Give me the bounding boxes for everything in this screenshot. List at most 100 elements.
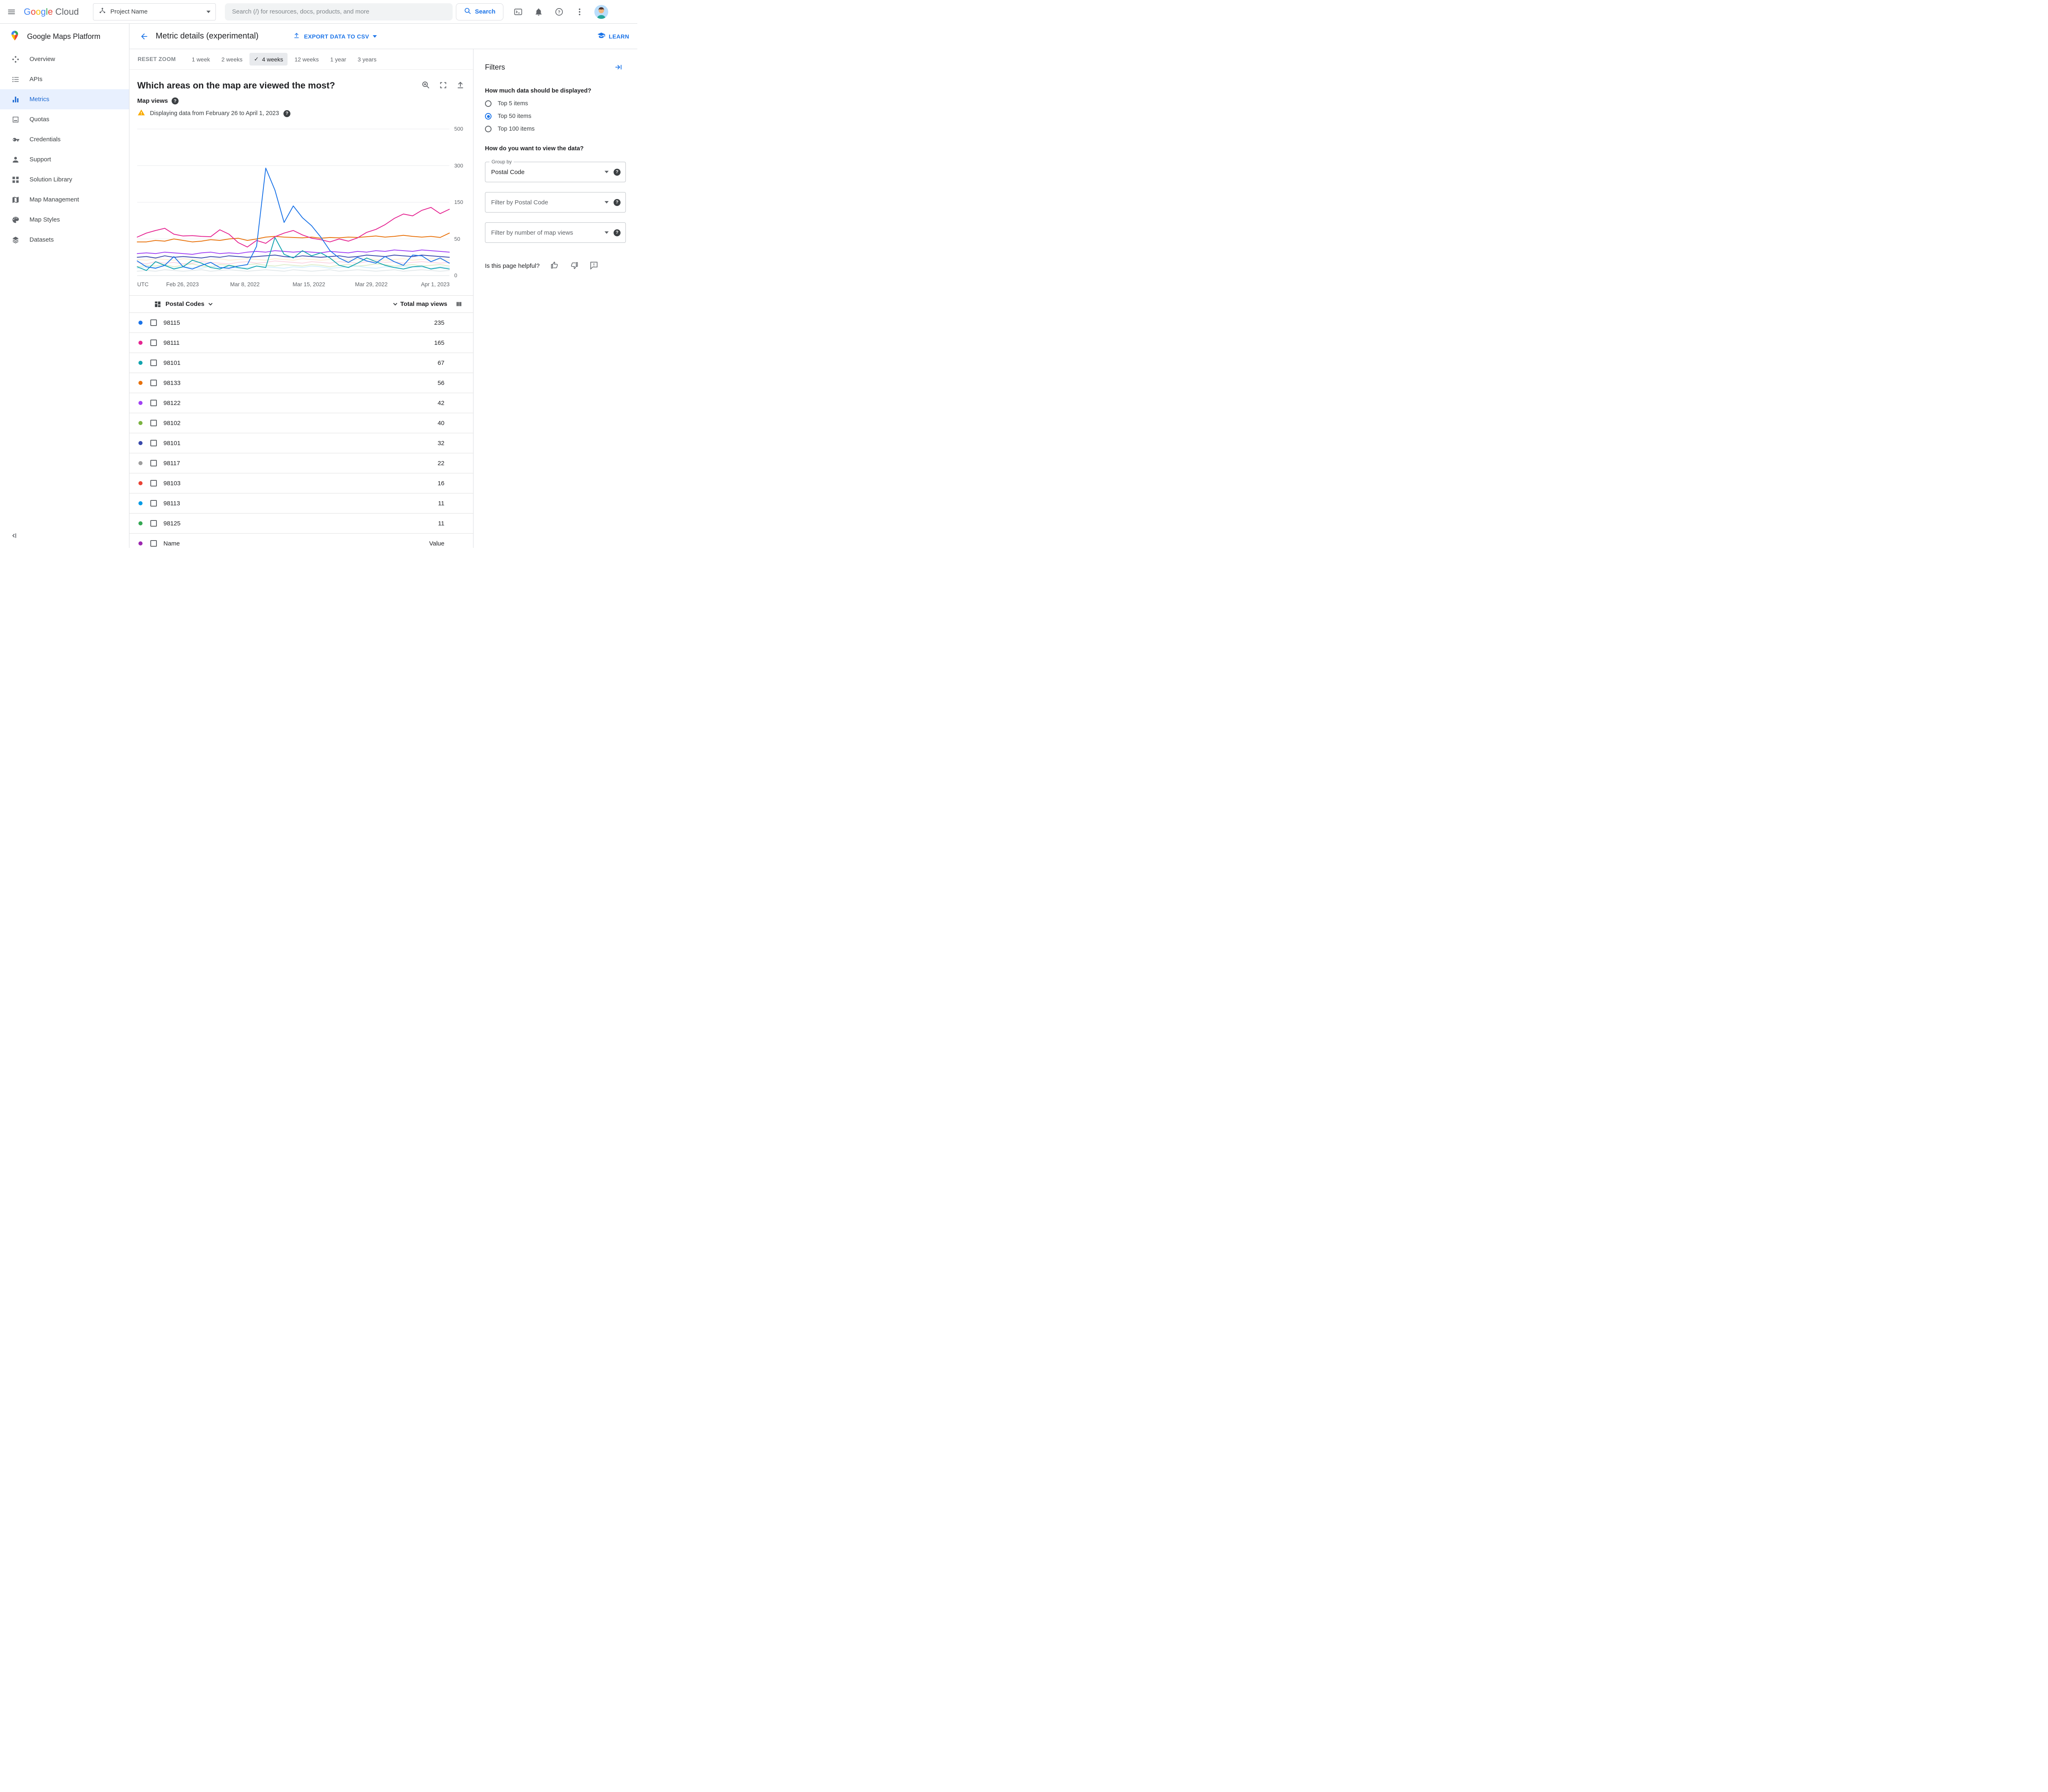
search-button[interactable]: Search xyxy=(455,3,503,20)
cloud-logo-text: Cloud xyxy=(55,6,79,17)
row-checkbox[interactable] xyxy=(150,460,157,466)
table-row[interactable]: 98122 42 xyxy=(129,393,473,413)
more-options-icon[interactable] xyxy=(571,3,589,21)
back-arrow-icon[interactable] xyxy=(135,27,153,45)
time-range-1-week[interactable]: 1 week xyxy=(187,53,214,66)
row-checkbox[interactable] xyxy=(150,500,157,507)
row-checkbox[interactable] xyxy=(150,319,157,326)
table-row[interactable]: 98133 56 xyxy=(129,373,473,393)
postal-code-filter-help-icon[interactable]: ? xyxy=(614,199,621,206)
group-by-column-header[interactable]: Postal Codes xyxy=(154,301,213,308)
radio-label: Top 50 items xyxy=(498,113,532,120)
postal-code-label: 98113 xyxy=(163,500,180,507)
user-avatar[interactable] xyxy=(594,5,608,19)
time-range-1-year[interactable]: 1 year xyxy=(326,53,351,66)
sidebar-item-apis[interactable]: APIs xyxy=(0,69,129,89)
sidebar-item-solution-library[interactable]: Solution Library xyxy=(0,170,129,190)
map-views-filter-help-icon[interactable]: ? xyxy=(614,229,621,236)
row-checkbox[interactable] xyxy=(150,339,157,346)
time-range-4-weeks[interactable]: ✓ 4 weeks xyxy=(249,53,288,66)
sidebar-item-map-management[interactable]: Map Management xyxy=(0,190,129,210)
export-chart-icon[interactable] xyxy=(456,81,465,91)
feedback-icon[interactable] xyxy=(589,261,598,271)
map-management-icon xyxy=(11,196,20,204)
postal-codes-table: Postal Codes Total map views 98115 235 981… xyxy=(129,295,473,548)
column-settings-icon[interactable] xyxy=(455,301,462,308)
table-row[interactable]: 98101 32 xyxy=(129,433,473,453)
table-body: 98115 235 98111 165 98101 67 98133 56 98122 42 981… xyxy=(129,313,473,548)
metric-help-icon[interactable]: ? xyxy=(172,97,179,104)
x-axis-tick: Mar 8, 2022 xyxy=(230,281,260,287)
sidebar-item-datasets[interactable]: Datasets xyxy=(0,230,129,250)
value-column-header[interactable]: Total map views xyxy=(393,301,447,308)
sidebar-item-overview[interactable]: Overview xyxy=(0,49,129,69)
zoom-in-chart-icon[interactable] xyxy=(421,81,430,91)
row-checkbox[interactable] xyxy=(150,360,157,366)
row-checkbox[interactable] xyxy=(150,420,157,426)
row-checkbox[interactable] xyxy=(150,400,157,406)
row-checkbox[interactable] xyxy=(150,540,157,547)
postal-code-label: 98102 xyxy=(163,419,181,427)
map-views-chart[interactable]: 0 50 150 300 500 xyxy=(137,126,463,278)
sort-chevron-icon xyxy=(393,301,398,306)
table-row[interactable]: 98111 165 xyxy=(129,333,473,353)
radio-option-top-50-items[interactable]: Top 50 items xyxy=(485,113,626,120)
sidebar-item-map-styles[interactable]: Map Styles xyxy=(0,210,129,230)
row-checkbox[interactable] xyxy=(150,520,157,527)
sidebar-item-label: Credentials xyxy=(29,136,61,143)
time-range-2-weeks[interactable]: 2 weeks xyxy=(217,53,247,66)
project-selector[interactable]: Project Name xyxy=(93,3,216,20)
reset-zoom-button[interactable]: RESET ZOOM xyxy=(138,56,176,62)
collapse-sidebar-icon[interactable] xyxy=(6,527,22,544)
cloud-shell-icon[interactable] xyxy=(509,3,527,21)
table-row[interactable]: 98101 67 xyxy=(129,353,473,373)
table-row[interactable]: 98117 22 xyxy=(129,453,473,473)
map-views-filter-select[interactable]: Filter by number of map views ? xyxy=(485,222,626,243)
row-checkbox[interactable] xyxy=(150,480,157,486)
group-by-help-icon[interactable]: ? xyxy=(614,168,621,176)
radio-button-icon[interactable] xyxy=(485,113,492,120)
table-row[interactable]: 98115 235 xyxy=(129,313,473,333)
table-row[interactable]: 98113 11 xyxy=(129,493,473,514)
radio-button-icon[interactable] xyxy=(485,100,492,107)
radio-button-icon[interactable] xyxy=(485,126,492,132)
google-logo-text: Google xyxy=(24,6,53,17)
x-axis-tick: Feb 26, 2023 xyxy=(166,281,199,287)
time-range-3-years[interactable]: 3 years xyxy=(353,53,381,66)
help-icon[interactable]: ? xyxy=(550,3,568,21)
radio-option-top-5-items[interactable]: Top 5 items xyxy=(485,100,626,107)
sidebar-item-credentials[interactable]: Credentials xyxy=(0,129,129,149)
credentials-icon xyxy=(11,136,20,144)
postal-code-filter-placeholder: Filter by Postal Code xyxy=(491,199,548,206)
google-cloud-logo[interactable]: Google Cloud xyxy=(24,7,79,17)
radio-option-top-100-items[interactable]: Top 100 items xyxy=(485,126,626,132)
sidebar-item-quotas[interactable]: Quotas xyxy=(0,109,129,129)
thumbs-down-icon[interactable] xyxy=(570,261,579,271)
postal-code-filter-select[interactable]: Filter by Postal Code ? xyxy=(485,192,626,213)
export-data-button[interactable]: EXPORT DATA TO CSV xyxy=(293,32,377,41)
learn-link[interactable]: LEARN xyxy=(597,32,629,41)
map-views-value: 56 xyxy=(437,379,444,387)
time-range-12-weeks[interactable]: 12 weeks xyxy=(290,53,323,66)
chart-canvas[interactable] xyxy=(137,129,450,276)
sidebar-item-label: Quotas xyxy=(29,116,50,123)
row-checkbox[interactable] xyxy=(150,380,157,386)
notifications-bell-icon[interactable] xyxy=(530,3,548,21)
sidebar-item-support[interactable]: Support xyxy=(0,149,129,170)
row-checkbox[interactable] xyxy=(150,440,157,446)
fullscreen-icon[interactable] xyxy=(439,81,448,91)
map-views-value: 32 xyxy=(437,439,444,447)
sidebar-item-metrics[interactable]: Metrics xyxy=(0,89,129,109)
table-row[interactable]: Name Value xyxy=(129,534,473,548)
thumbs-up-icon[interactable] xyxy=(550,261,559,271)
warning-help-icon[interactable]: ? xyxy=(283,110,291,117)
table-row[interactable]: 98103 16 xyxy=(129,473,473,493)
group-by-select[interactable]: Group by Postal Code ? xyxy=(485,159,626,182)
search-input[interactable] xyxy=(224,3,453,20)
table-row[interactable]: 98102 40 xyxy=(129,413,473,433)
hamburger-menu-icon[interactable] xyxy=(2,3,20,21)
postal-code-label: 98103 xyxy=(163,480,181,487)
collapse-filters-icon[interactable] xyxy=(611,60,626,75)
series-color-dot xyxy=(138,521,143,525)
table-row[interactable]: 98125 11 xyxy=(129,514,473,534)
